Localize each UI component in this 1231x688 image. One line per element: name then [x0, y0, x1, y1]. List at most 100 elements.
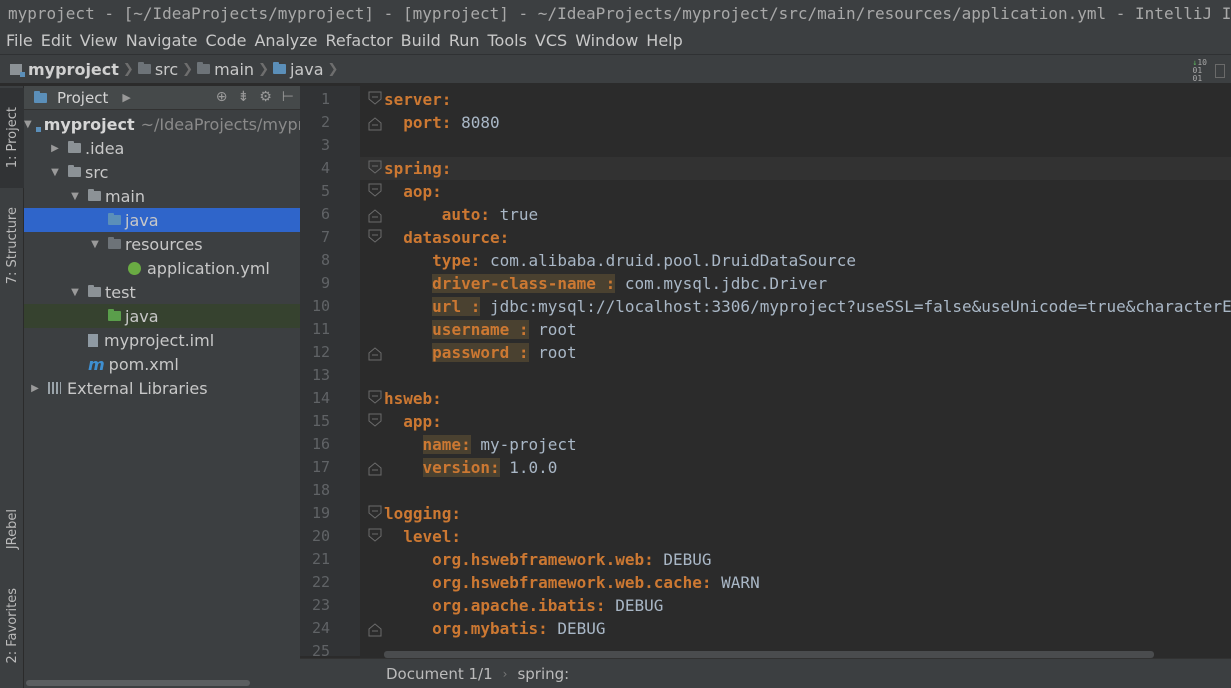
- collapse-icon[interactable]: ⇟: [238, 89, 250, 105]
- code-line[interactable]: url : jdbc:mysql://localhost:3306/myproj…: [384, 295, 1231, 318]
- collapsed-arrow-icon[interactable]: ▶: [28, 383, 42, 394]
- code-line[interactable]: auto: true: [384, 203, 538, 226]
- menu-build[interactable]: Build: [399, 28, 447, 54]
- expanded-arrow-icon[interactable]: ▼: [48, 167, 62, 178]
- view-dropdown-icon[interactable]: ▶: [122, 91, 130, 104]
- fold-close-icon[interactable]: [368, 347, 382, 361]
- code-line[interactable]: hsweb:: [384, 387, 442, 410]
- code-line[interactable]: password : root: [384, 341, 577, 364]
- tree-item-myproject-iml[interactable]: myproject.iml: [24, 328, 300, 352]
- breadcrumb-project[interactable]: myproject ❯: [10, 60, 138, 79]
- code-line[interactable]: spring:: [360, 157, 1231, 180]
- fold-open-icon[interactable]: [368, 390, 382, 404]
- tree-item-java[interactable]: java: [24, 208, 300, 232]
- code-line[interactable]: logging:: [384, 502, 461, 525]
- fold-open-icon[interactable]: [368, 160, 382, 174]
- code-line[interactable]: org.mybatis: DEBUG: [384, 617, 605, 640]
- code-line[interactable]: aop:: [384, 180, 442, 203]
- expanded-arrow-icon[interactable]: ▼: [24, 119, 32, 130]
- fold-close-icon[interactable]: [368, 209, 382, 223]
- line-number: 1: [320, 90, 330, 108]
- menu-edit[interactable]: Edit: [39, 28, 78, 54]
- code-line[interactable]: datasource:: [384, 226, 509, 249]
- folder-icon: [68, 165, 81, 177]
- test-folder-icon: [108, 309, 121, 321]
- binary-diff-icon[interactable]: ↓10 01 01: [1193, 59, 1207, 83]
- code-line[interactable]: org.hswebframework.web: DEBUG: [384, 548, 711, 571]
- fold-close-icon[interactable]: [368, 117, 382, 131]
- code-line[interactable]: username : root: [384, 318, 577, 341]
- dropdown-icon[interactable]: [1215, 64, 1225, 78]
- tree-item-src[interactable]: ▼ src: [24, 160, 300, 184]
- menu-tools[interactable]: Tools: [486, 28, 533, 54]
- tree-item-myproject[interactable]: ▼ myproject ~/IdeaProjects/myproject: [24, 112, 343, 136]
- tree-item-application-yml[interactable]: application.yml: [24, 256, 300, 280]
- code-line[interactable]: name: my-project: [384, 433, 577, 456]
- tree-item-resources[interactable]: ▼ resources: [24, 232, 300, 256]
- gear-icon[interactable]: ⚙: [259, 89, 272, 105]
- menu-navigate[interactable]: Navigate: [124, 28, 204, 54]
- expanded-arrow-icon[interactable]: ▼: [68, 191, 82, 202]
- menu-file[interactable]: File: [4, 28, 39, 54]
- fold-close-icon[interactable]: [368, 623, 382, 637]
- fold-close-icon[interactable]: [368, 462, 382, 476]
- tree-item-pom-xml[interactable]: m pom.xml: [24, 352, 300, 376]
- tree-item-external-libraries[interactable]: ▶ External Libraries: [24, 376, 300, 400]
- yaml-path[interactable]: spring:: [517, 665, 569, 683]
- fold-open-icon[interactable]: [368, 229, 382, 243]
- menu-code[interactable]: Code: [204, 28, 253, 54]
- tree-item--idea[interactable]: ▶ .idea: [24, 136, 300, 160]
- menu-run[interactable]: Run: [447, 28, 486, 54]
- expanded-arrow-icon[interactable]: ▼: [88, 239, 102, 250]
- fold-open-icon[interactable]: [368, 505, 382, 519]
- tree-item-label: main: [105, 186, 145, 206]
- yaml-value: root: [528, 320, 577, 339]
- fold-open-icon[interactable]: [368, 183, 382, 197]
- tree-item-java[interactable]: java: [24, 304, 300, 328]
- menu-analyze[interactable]: Analyze: [252, 28, 323, 54]
- code-line[interactable]: port: 8080: [384, 111, 499, 134]
- yaml-value: 1.0.0: [499, 458, 558, 477]
- menu-view[interactable]: View: [78, 28, 124, 54]
- menu-refactor[interactable]: Refactor: [324, 28, 399, 54]
- code-line[interactable]: org.hswebframework.web.cache: WARN: [384, 571, 760, 594]
- code-line[interactable]: org.apache.ibatis: DEBUG: [384, 594, 663, 617]
- tab-jrebel[interactable]: JRebel: [0, 494, 24, 564]
- fold-open-icon[interactable]: [368, 413, 382, 427]
- horizontal-scrollbar[interactable]: [26, 680, 250, 686]
- editor-horizontal-scrollbar[interactable]: [384, 651, 1154, 658]
- tree-item-test[interactable]: ▼ test: [24, 280, 300, 304]
- fold-open-icon[interactable]: [368, 91, 382, 105]
- breadcrumb-main[interactable]: main ❯: [197, 60, 273, 79]
- breadcrumb-src[interactable]: src ❯: [137, 60, 197, 79]
- locate-icon[interactable]: ⊕: [216, 89, 228, 105]
- code-line[interactable]: app:: [384, 410, 442, 433]
- line-number: 23: [311, 596, 330, 614]
- menu-vcs[interactable]: VCS: [533, 28, 573, 54]
- fold-open-icon[interactable]: [368, 528, 382, 542]
- line-number: 16: [311, 435, 330, 453]
- tree-item-label: java: [125, 210, 159, 230]
- expanded-arrow-icon[interactable]: ▼: [68, 287, 82, 298]
- code-line[interactable]: level:: [384, 525, 461, 548]
- yaml-key: driver-class-name :: [432, 274, 616, 293]
- code-line[interactable]: server:: [384, 88, 451, 111]
- project-panel-title[interactable]: Project: [57, 89, 108, 107]
- code-line[interactable]: driver-class-name : com.mysql.jdbc.Drive…: [384, 272, 827, 295]
- tab-project[interactable]: 1: Project: [0, 88, 24, 188]
- collapsed-arrow-icon[interactable]: ▶: [48, 143, 62, 154]
- project-panel-tools: ⊕ ⇟ ⚙ ⊢: [216, 89, 294, 105]
- code-line[interactable]: type: com.alibaba.druid.pool.DruidDataSo…: [384, 249, 856, 272]
- menu-window[interactable]: Window: [573, 28, 644, 54]
- tab-structure[interactable]: 7: Structure: [0, 196, 24, 296]
- tab-favorites[interactable]: 2: Favorites: [0, 576, 24, 676]
- menu-help[interactable]: Help: [644, 28, 688, 54]
- breadcrumb-java[interactable]: java ❯: [272, 60, 342, 79]
- document-indicator[interactable]: Document 1/1: [386, 665, 493, 683]
- code-editor[interactable]: 1 2 3 4 5 6 7 8 9 10 11 12 13 14 15 16 17 18 19 20 21 22 23 24 2…: [300, 86, 1231, 656]
- code-line[interactable]: version: 1.0.0: [384, 456, 557, 479]
- chevron-right-icon: ❯: [122, 61, 134, 77]
- hide-icon[interactable]: ⊢: [282, 89, 294, 105]
- tree-item-main[interactable]: ▼ main: [24, 184, 300, 208]
- yaml-key: port:: [403, 113, 452, 132]
